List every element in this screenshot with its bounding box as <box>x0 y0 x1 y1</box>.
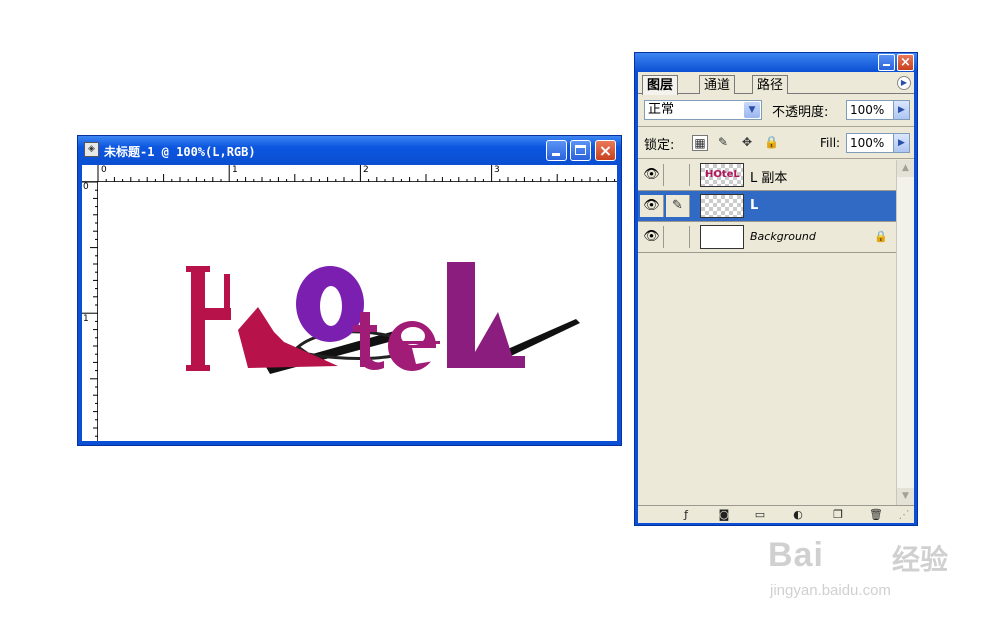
lock-transparency-icon[interactable]: ▦ <box>692 135 708 151</box>
panel-titlebar[interactable]: × <box>635 53 917 72</box>
layer-style-icon[interactable]: ƒ <box>678 507 694 522</box>
blend-mode-value: 正常 <box>648 102 675 117</box>
eye-icon[interactable]: 👁 <box>640 226 664 248</box>
divider <box>638 126 914 127</box>
link-cell[interactable] <box>666 226 690 248</box>
opacity-input[interactable]: 100% ▶ <box>846 100 910 120</box>
maximize-icon <box>575 145 586 155</box>
lock-label: 锁定: <box>644 138 675 153</box>
panel-close-button[interactable]: × <box>897 54 914 71</box>
watermark-logo-suffix: 经验 <box>892 543 949 576</box>
minimize-button[interactable] <box>546 140 567 161</box>
layer-name: Background <box>750 230 816 243</box>
scroll-down-icon[interactable]: ▼ <box>897 488 914 505</box>
panel-tabs: 图层 通道 路径 ▶ <box>638 72 914 95</box>
opacity-arrow-icon[interactable]: ▶ <box>893 101 909 119</box>
link-cell[interactable] <box>666 164 690 186</box>
lock-move-icon[interactable]: ✥ <box>740 135 754 149</box>
ruler-vlabel-0: 0 <box>83 182 89 192</box>
panel-menu-button[interactable]: ▶ <box>897 76 911 90</box>
blend-mode-select[interactable]: 正常 ▼ <box>644 100 762 120</box>
layer-name: L 副本 <box>750 171 788 186</box>
panel-footer: ƒ ◙ ▭ ◐ ❐ 🗑 ⋰ <box>638 505 914 523</box>
ruler-label-2: 2 <box>363 165 369 175</box>
fill-input[interactable]: 100% ▶ <box>846 133 910 153</box>
tab-channels[interactable]: 通道 <box>699 75 736 94</box>
lock-brush-icon[interactable]: ✎ <box>716 135 730 149</box>
blend-opacity-row: 正常 ▼ 不透明度: 100% ▶ <box>638 96 914 124</box>
baidu-watermark: Bai 经验 jingyan.baidu.com <box>764 530 954 610</box>
ruler-horizontal[interactable]: 0 1 2 3 <box>82 165 617 182</box>
eye-icon[interactable]: 👁 <box>640 164 664 186</box>
divider <box>638 158 914 159</box>
mask-icon[interactable]: ◙ <box>716 507 732 522</box>
ruler-label-1: 1 <box>232 165 238 175</box>
close-icon: × <box>900 55 911 70</box>
layer-thumbnail <box>700 194 744 218</box>
opacity-value: 100% <box>850 103 885 117</box>
minimize-icon <box>552 153 560 156</box>
document-title: 未标题-1 @ 100%(L,RGB) <box>104 145 256 159</box>
panel-body: 图层 通道 路径 ▶ 正常 ▼ 不透明度: 100% ▶ 锁定: ▦ ✎ ✥ 🔒… <box>638 72 914 523</box>
document-window: ◈ 未标题-1 @ 100%(L,RGB) × 0 1 2 3 0 1 <box>77 135 622 446</box>
ruler-vertical[interactable]: 0 1 <box>82 182 98 441</box>
document-titlebar[interactable]: ◈ 未标题-1 @ 100%(L,RGB) × <box>78 136 621 164</box>
layer-thumbnail <box>700 225 744 249</box>
watermark-logo: Bai <box>768 536 824 574</box>
scroll-up-icon[interactable]: ▲ <box>897 160 914 177</box>
fill-label: Fill: <box>820 136 841 150</box>
trash-icon[interactable]: 🗑 <box>868 507 884 522</box>
close-icon: × <box>598 141 613 160</box>
lock-icon: 🔒 <box>874 230 888 243</box>
layer-thumbnail: HOteL <box>700 163 744 187</box>
fill-value: 100% <box>850 136 885 150</box>
document-canvas[interactable] <box>98 182 617 441</box>
lock-all-icon[interactable]: 🔒 <box>764 135 779 149</box>
new-layer-icon[interactable]: ❐ <box>830 507 846 522</box>
ruler-label-3: 3 <box>494 165 500 175</box>
thumbnail-text: HOteL <box>705 169 740 180</box>
fill-arrow-icon[interactable]: ▶ <box>893 134 909 152</box>
eye-icon[interactable]: 👁 <box>640 195 664 217</box>
minimize-icon <box>883 64 890 66</box>
ruler-vertical-ticks <box>82 182 98 437</box>
hotel-artwork <box>186 262 580 374</box>
maximize-button[interactable] <box>570 140 591 161</box>
panel-minimize-button[interactable] <box>878 54 895 71</box>
adjustment-icon[interactable]: ◐ <box>790 507 806 522</box>
watermark-url: jingyan.baidu.com <box>770 582 891 599</box>
tab-layers[interactable]: 图层 <box>642 75 679 95</box>
layer-row-l[interactable]: 👁 ✎ L <box>638 191 896 222</box>
ruler-horizontal-ticks <box>97 165 616 182</box>
document-icon: ◈ <box>84 142 99 157</box>
close-button[interactable]: × <box>595 140 616 161</box>
letter-e <box>388 321 440 371</box>
folder-icon[interactable]: ▭ <box>752 507 768 522</box>
layer-name: L <box>750 198 759 213</box>
chevron-down-icon: ▼ <box>744 102 760 118</box>
ruler-label-0: 0 <box>101 165 107 175</box>
tab-paths[interactable]: 路径 <box>752 75 789 94</box>
layer-list: 👁 HOteL L 副本 👁 ✎ L 👁 Background 🔒 <box>638 160 896 505</box>
layers-panel: × 图层 通道 路径 ▶ 正常 ▼ 不透明度: 100% ▶ 锁定: ▦ ✎ ✥… <box>634 52 918 526</box>
layer-row-l-copy[interactable]: 👁 HOteL L 副本 <box>638 160 896 191</box>
opacity-label: 不透明度: <box>772 105 829 120</box>
resize-grip-icon[interactable]: ⋰ <box>896 507 912 522</box>
layer-row-background[interactable]: 👁 Background 🔒 <box>638 222 896 253</box>
brush-icon[interactable]: ✎ <box>666 195 690 217</box>
ruler-vlabel-1: 1 <box>83 314 89 324</box>
layer-list-scrollbar[interactable]: ▲ ▼ <box>896 160 914 505</box>
